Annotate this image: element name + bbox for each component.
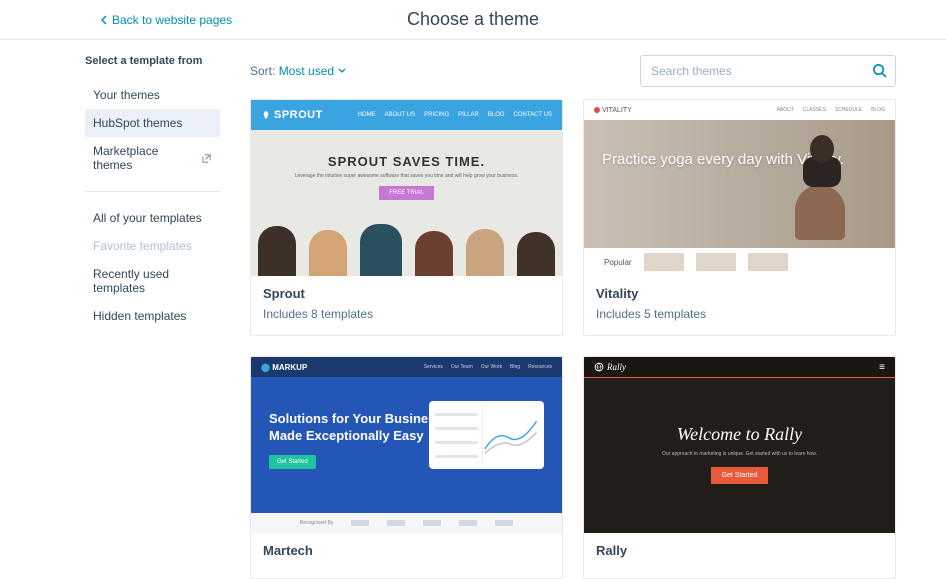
sidebar-item-label: Recently used templates (93, 267, 212, 295)
sidebar-item-label: Your themes (93, 88, 160, 102)
sidebar-item-your-themes[interactable]: Your themes (85, 81, 220, 109)
sidebar-item-recently-used[interactable]: Recently used templates (85, 260, 220, 302)
preview-menu-item: CONTACT US (514, 112, 552, 118)
sidebar-item-label: Marketplace themes (93, 144, 201, 172)
sidebar-item-hidden-templates[interactable]: Hidden templates (85, 302, 220, 330)
preview-cta: Get Started (711, 467, 769, 484)
main: Sort: Most used SPROUT (250, 55, 896, 579)
external-link-icon (201, 153, 212, 164)
preview-menu-item: SCHEDULE (835, 107, 862, 113)
preview-menu-item: PRICING (424, 112, 449, 118)
sort-control: Sort: Most used (250, 64, 346, 78)
theme-card-vitality[interactable]: VITALITY ABOUT CLASSES SCHEDULE BLOG Pra… (583, 99, 896, 336)
preview-menu-item: CLASSES (803, 107, 826, 113)
preview-footer-label: Recognized By (300, 520, 334, 526)
theme-subtitle: Includes 8 templates (263, 307, 550, 321)
preview-menu-item: Our Work (481, 364, 502, 370)
preview-logo: SPROUT (274, 109, 323, 121)
sidebar-item-label: All of your templates (93, 211, 202, 225)
theme-name: Vitality (596, 286, 883, 301)
preview-tagline: Leverage the intuitive super awesome sof… (251, 173, 562, 180)
theme-grid: SPROUT HOME ABOUT US PRICING PILLAR BLOG… (250, 99, 896, 579)
theme-thumbnail: VITALITY ABOUT CLASSES SCHEDULE BLOG Pra… (584, 100, 895, 276)
preview-tagline: Our approach to marketing is unique. Get… (584, 451, 895, 457)
preview-menu-item: HOME (358, 112, 376, 118)
search-input[interactable] (640, 55, 896, 87)
preview-logo: Rally (607, 362, 626, 372)
preview-menu-item: Resources (528, 364, 552, 370)
preview-cta: FREE TRIAL (379, 186, 434, 200)
sort-dropdown[interactable]: Most used (279, 64, 346, 78)
preview-menu-item: Blog (510, 364, 520, 370)
preview-headline: SPROUT SAVES TIME. (251, 154, 562, 169)
sidebar: Select a template from Your themes HubSp… (85, 55, 220, 579)
sidebar-item-hubspot-themes[interactable]: HubSpot themes (85, 109, 220, 137)
preview-menu-item: ABOUT (777, 107, 794, 113)
preview-headline: Welcome to Rally (584, 424, 895, 445)
hamburger-icon: ≡ (879, 362, 885, 373)
back-link-label: Back to website pages (112, 13, 232, 27)
theme-name: Martech (263, 543, 550, 558)
theme-name: Sprout (263, 286, 550, 301)
theme-thumbnail: ⬤ MARKUP Services Our Team Our Work Blog… (251, 357, 562, 533)
theme-thumbnail: SPROUT HOME ABOUT US PRICING PILLAR BLOG… (251, 100, 562, 276)
sidebar-item-label: HubSpot themes (93, 116, 182, 130)
theme-card-sprout[interactable]: SPROUT HOME ABOUT US PRICING PILLAR BLOG… (250, 99, 563, 336)
theme-card-martech[interactable]: ⬤ MARKUP Services Our Team Our Work Blog… (250, 356, 563, 579)
preview-menu-item: Services (424, 364, 443, 370)
search-wrap (640, 55, 896, 87)
chevron-left-icon (100, 15, 108, 25)
globe-icon (594, 362, 604, 372)
theme-subtitle: Includes 5 templates (596, 307, 883, 321)
sidebar-item-label: Favorite templates (93, 239, 192, 253)
preview-menu-item: BLOG (871, 107, 885, 113)
theme-thumbnail: Rally ≡ Welcome to Rally Our approach to… (584, 357, 895, 533)
preview-menu-item: BLOG (488, 112, 505, 118)
sidebar-heading: Select a template from (85, 55, 220, 67)
preview-menu-item: ABOUT US (385, 112, 416, 118)
page-header: Back to website pages Choose a theme (0, 0, 946, 40)
preview-cta: Get Started (269, 455, 316, 469)
theme-name: Rally (596, 543, 883, 558)
sidebar-item-favorite-templates[interactable]: Favorite templates (85, 232, 220, 260)
search-icon[interactable] (872, 63, 887, 78)
preview-logo: MARKUP (272, 363, 307, 372)
toolbar: Sort: Most used (250, 55, 896, 87)
sort-value: Most used (279, 64, 334, 78)
preview-menu-item: PILLAR (458, 112, 479, 118)
sidebar-item-all-templates[interactable]: All of your templates (85, 204, 220, 232)
preview-thumbs-label: Popular (604, 258, 632, 267)
sidebar-item-marketplace-themes[interactable]: Marketplace themes (85, 137, 220, 179)
sort-label: Sort: (250, 64, 275, 78)
preview-brand: VITALITY (602, 107, 632, 114)
sidebar-divider (85, 191, 220, 192)
preview-menu-item: Our Team (451, 364, 473, 370)
back-link[interactable]: Back to website pages (100, 13, 232, 27)
page-title: Choose a theme (407, 9, 539, 30)
sidebar-item-label: Hidden templates (93, 309, 186, 323)
chevron-down-icon (338, 68, 346, 74)
leaf-icon (261, 110, 271, 120)
theme-card-rally[interactable]: Rally ≡ Welcome to Rally Our approach to… (583, 356, 896, 579)
